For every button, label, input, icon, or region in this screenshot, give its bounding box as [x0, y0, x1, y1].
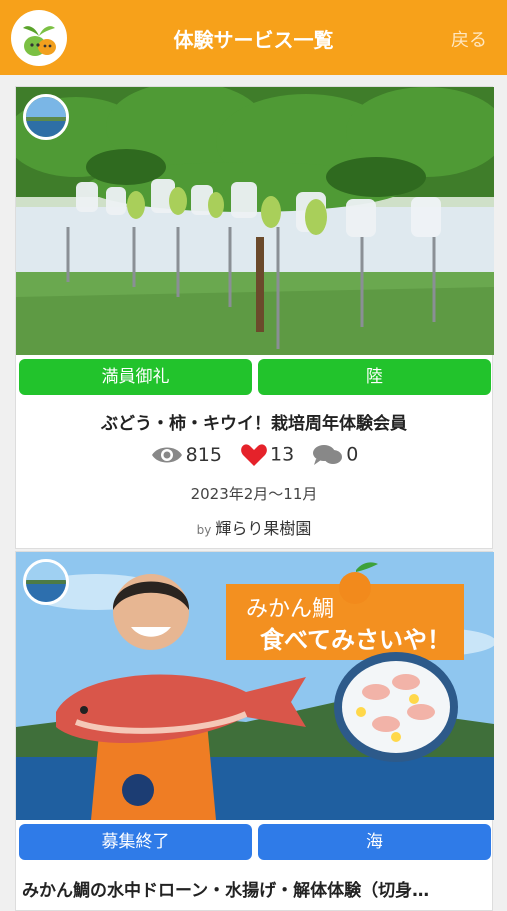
likes-count: 13 — [269, 443, 295, 466]
card-stats: 815 13 0 — [16, 443, 492, 473]
status-button[interactable]: 満員御礼 — [19, 359, 252, 395]
app-header: 体験サービス一覧 戻る — [0, 0, 507, 75]
page-title: 体験サービス一覧 — [173, 28, 334, 52]
back-button[interactable]: 戻る — [451, 26, 487, 52]
owner-avatar[interactable] — [23, 94, 69, 140]
comments-count: 0 — [346, 443, 359, 466]
event-date: 2023年2月～11月 — [190, 485, 318, 503]
card-title[interactable]: ぶどう・柿・キウイ！栽培周年体験会員 — [16, 409, 492, 434]
comments-stat[interactable]: 0 — [312, 443, 358, 467]
category-button[interactable]: 陸 — [258, 359, 491, 395]
vineyard-photo[interactable] — [16, 87, 494, 355]
service-card[interactable]: 満員御礼 陸 ぶどう・柿・キウイ！栽培周年体験会員 815 13 0 2023年… — [15, 86, 494, 549]
eye-icon — [151, 447, 182, 463]
owner-name[interactable]: 輝らり果樹園 — [215, 519, 311, 538]
owner-line[interactable]: by 輝らり果樹園 — [16, 515, 492, 539]
card-title[interactable]: みかん鯛の水中ドローン・水揚げ・解体体験（切身… — [22, 876, 492, 901]
views-count: 815 — [185, 443, 222, 466]
views-stat: 815 — [150, 444, 222, 467]
banner-line2: 食べてみさいや！ — [260, 626, 451, 654]
comment-icon[interactable] — [312, 443, 344, 467]
tag-row: 満員御礼 陸 — [19, 359, 491, 395]
likes-stat[interactable]: 13 — [240, 443, 294, 467]
tag-row: 募集終了 海 — [19, 824, 491, 860]
fisherman-photo[interactable]: みかん鯛 食べてみさいや！ — [16, 552, 494, 820]
heart-icon[interactable] — [240, 443, 268, 467]
by-label: by — [196, 523, 212, 537]
status-button[interactable]: 募集終了 — [19, 824, 252, 860]
banner-line1: みかん鯛 — [246, 597, 334, 622]
owner-avatar[interactable] — [23, 559, 69, 605]
category-button[interactable]: 海 — [258, 824, 491, 860]
service-card[interactable]: みかん鯛 食べてみさいや！ 募集終了 海 みかん鯛の水中ドローン・水揚げ・解体体… — [15, 551, 494, 911]
